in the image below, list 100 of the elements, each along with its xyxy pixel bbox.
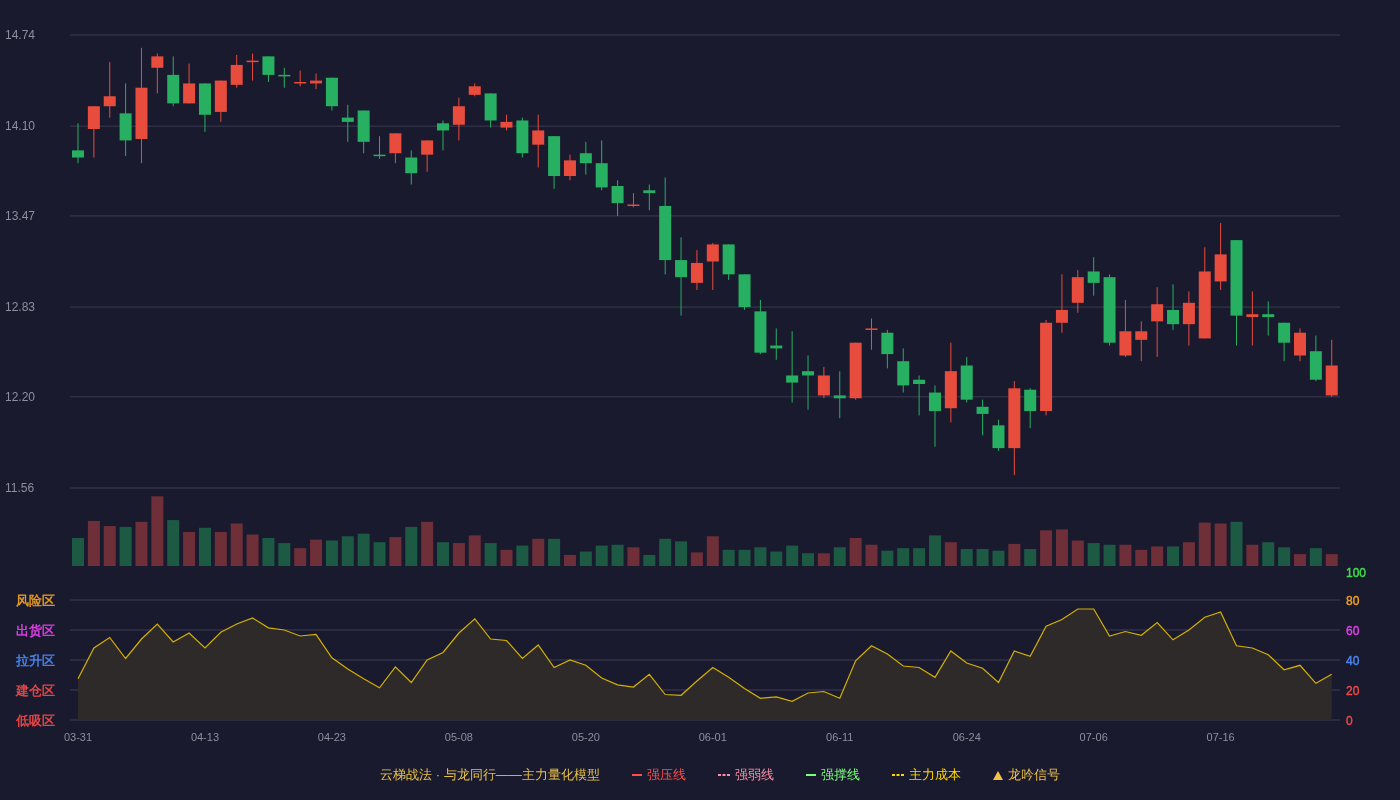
volume-bar [135, 521, 148, 566]
volume-bar [103, 526, 116, 566]
volume-bar [1024, 549, 1037, 566]
candlestick [897, 347, 910, 394]
volume-bar [1008, 543, 1021, 566]
axis-label: 07-16 [1206, 731, 1235, 743]
candlestick [913, 374, 926, 416]
volume-bar [389, 537, 402, 566]
volume-bar [516, 545, 529, 566]
candlestick [833, 370, 846, 419]
candlestick [357, 110, 370, 154]
legend-label[interactable]: 主力成本 [908, 765, 961, 785]
candlestick [278, 67, 291, 89]
candlestick [1167, 283, 1180, 331]
volume-bar [1325, 554, 1338, 566]
candlestick [1294, 327, 1306, 362]
volume-bar [976, 549, 989, 566]
axis-label: 07-06 [1079, 731, 1108, 743]
legend-label[interactable]: 强撑线 [820, 765, 860, 785]
axis-label: 04-13 [190, 731, 220, 743]
volume-bar [294, 548, 307, 566]
axis-label: 80 [1346, 593, 1360, 608]
zone-label: 低吸区 [16, 712, 55, 728]
axis-label: 60 [1346, 623, 1360, 638]
candlestick [960, 356, 973, 404]
candlestick [754, 299, 767, 355]
volume-bar [484, 543, 497, 566]
candlestick [484, 92, 497, 129]
axis-label: 06-24 [952, 731, 981, 743]
axis-label: 05-20 [571, 731, 600, 743]
candlestick [1325, 339, 1338, 398]
candlestick [817, 366, 830, 399]
volume-bar [849, 537, 862, 566]
axis-label: 13.47 [5, 208, 36, 223]
volume-bar [802, 553, 814, 566]
candlestick [310, 72, 323, 90]
candlestick [468, 82, 481, 97]
volume-bar [913, 548, 926, 566]
zone-label: 建仓区 [16, 682, 55, 698]
volume-bar [357, 533, 370, 566]
candlestick [230, 54, 243, 89]
candlestick [72, 122, 84, 164]
legend-label[interactable]: 强弱线 [734, 765, 774, 785]
volume-bar [992, 550, 1005, 566]
volume-bar [230, 523, 243, 566]
axis-label: 14.74 [5, 28, 36, 42]
axis-label: 04-23 [317, 731, 346, 743]
candlestick [373, 135, 386, 160]
candlestick [151, 53, 164, 94]
candlestick [532, 114, 545, 168]
volume-bar [722, 549, 735, 566]
candlestick [325, 77, 338, 111]
volume-bar [310, 539, 323, 566]
volume-bar [1103, 544, 1116, 566]
volume-bar [405, 526, 418, 566]
volume-bar [754, 547, 767, 566]
volume-bar [548, 538, 561, 566]
volume-bar [373, 542, 386, 566]
candlestick [595, 139, 608, 191]
volume-bar [1087, 543, 1100, 566]
volume-bar [579, 551, 592, 566]
candlestick [1309, 335, 1322, 382]
candlestick [516, 117, 529, 158]
volume-bar [690, 552, 703, 566]
volume-bar [833, 547, 846, 566]
volume-bar [1135, 549, 1148, 566]
volume-bar [1055, 529, 1068, 566]
candlestick [262, 55, 275, 83]
volume-bar [151, 496, 164, 566]
candlestick [389, 132, 402, 164]
volume-bar [1262, 542, 1275, 566]
candlestick [452, 97, 465, 141]
volume-bar [325, 540, 338, 566]
volume-bar [532, 538, 545, 566]
candlestick [341, 104, 354, 143]
candlestick [246, 53, 259, 82]
volume-bar [675, 541, 688, 566]
volume-bar [1198, 522, 1211, 566]
legend-label[interactable]: 强压线 [646, 765, 686, 785]
candlestick [1087, 256, 1100, 297]
volume-bar [1182, 542, 1195, 566]
volume-bar [278, 543, 291, 566]
volume-bar [452, 543, 465, 566]
candlestick [627, 192, 640, 208]
volume-bar [929, 535, 941, 566]
candlestick [1135, 320, 1148, 362]
volume-bar [421, 521, 434, 566]
candlestick [103, 61, 116, 119]
candlestick [722, 243, 735, 281]
volume-bar [1071, 540, 1084, 566]
axis-label: 11.56 [5, 481, 35, 495]
legend-label[interactable]: 龙吟信号 [1007, 765, 1060, 785]
candlestick [421, 139, 434, 173]
candlestick [87, 105, 100, 158]
axis-label: 20 [1346, 683, 1360, 698]
volume-bar [1309, 548, 1322, 566]
candlestick [548, 135, 561, 190]
candlestick [770, 327, 783, 361]
zone-label: 拉升区 [16, 652, 55, 668]
volume-bar [246, 534, 259, 566]
